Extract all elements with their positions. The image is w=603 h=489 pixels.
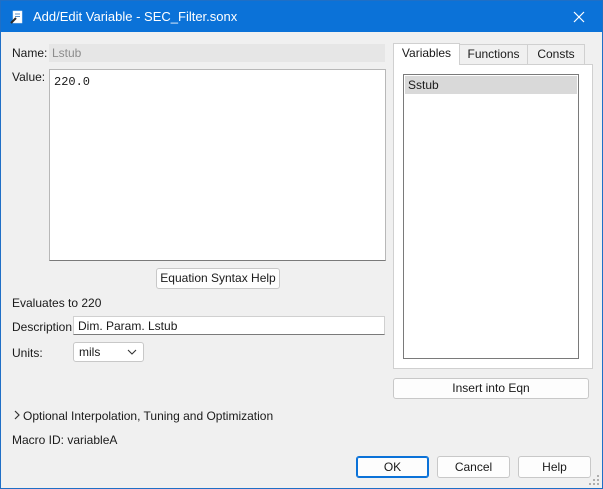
pencil-document-icon: [10, 10, 23, 24]
tab-functions[interactable]: Functions: [459, 44, 528, 65]
ok-button[interactable]: OK: [356, 456, 429, 478]
window-title: Add/Edit Variable - SEC_Filter.sonx: [33, 9, 238, 24]
optional-interpolation-toggle[interactable]: Optional Interpolation, Tuning and Optim…: [23, 409, 273, 423]
value-label: Value:: [12, 70, 46, 84]
title-bar[interactable]: Add/Edit Variable - SEC_Filter.sonx: [1, 1, 602, 32]
evaluates-result: Evaluates to 220: [12, 296, 102, 310]
equation-syntax-help-button[interactable]: Equation Syntax Help: [156, 268, 280, 289]
variables-list[interactable]: Sstub: [403, 74, 579, 359]
description-input[interactable]: Dim. Param. Lstub: [73, 316, 385, 335]
close-button[interactable]: [556, 1, 602, 32]
units-label: Units:: [12, 346, 43, 360]
value-textarea[interactable]: 220.0: [49, 69, 386, 261]
name-label: Name:: [12, 46, 48, 60]
cancel-button[interactable]: Cancel: [437, 456, 510, 478]
units-select[interactable]: mils: [73, 342, 144, 362]
description-label: Description:: [12, 320, 76, 334]
macro-id-label: Macro ID: variableA: [12, 433, 118, 447]
resize-grip-icon[interactable]: [588, 474, 600, 486]
name-field: Lstub: [49, 44, 385, 62]
dialog-window: Add/Edit Variable - SEC_Filter.sonx Name…: [0, 0, 603, 489]
tab-variables[interactable]: Variables: [393, 43, 460, 65]
insert-into-eqn-button[interactable]: Insert into Eqn: [393, 378, 589, 399]
chevron-right-icon[interactable]: [13, 409, 21, 421]
chevron-down-icon: [127, 349, 137, 355]
close-icon[interactable]: [573, 11, 585, 23]
tab-consts[interactable]: Consts: [527, 44, 585, 65]
help-button[interactable]: Help: [518, 456, 591, 478]
units-value: mils: [79, 345, 101, 359]
list-item[interactable]: Sstub: [405, 76, 577, 94]
